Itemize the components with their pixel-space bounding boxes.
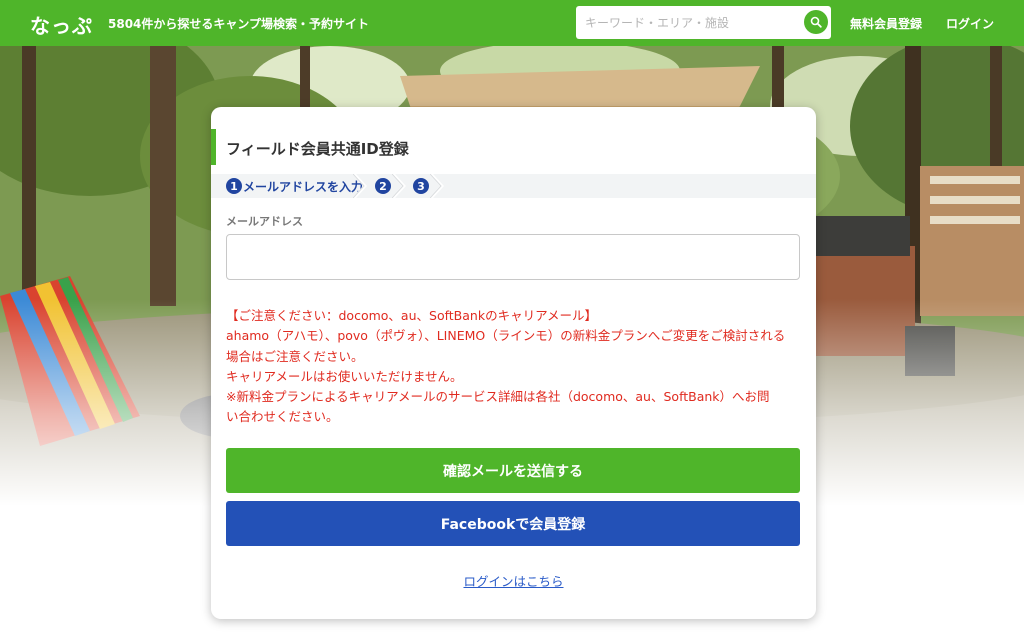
email-label: メールアドレス	[226, 215, 303, 228]
step-3-number: 3	[413, 178, 429, 194]
step-2: 2	[375, 177, 391, 195]
notice-line: ahamo（アハモ）、povo（ポヴォ）、LINEMO（ラインモ）の新料金プラン…	[226, 328, 786, 344]
step-2-number: 2	[375, 178, 391, 194]
chevron-right-icon	[430, 174, 444, 198]
search-button[interactable]	[804, 10, 828, 34]
notice-line: 【ご注意ください：docomo、au、SoftBankのキャリアメール】	[226, 308, 597, 323]
page-title: フィールド会員共通ID登録	[226, 140, 409, 158]
step-1-number: 1	[226, 178, 242, 194]
facebook-signup-button[interactable]: Facebookで会員登録	[226, 501, 800, 546]
notice-line: 場合はご注意ください。	[226, 348, 364, 364]
search-input[interactable]	[576, 6, 796, 39]
notice-line: ※新料金プランによるキャリアメールのサービス詳細は各社（docomo、au、So…	[226, 389, 770, 405]
title-accent-bar	[211, 129, 216, 165]
notice-line: キャリアメールはお使いいただけません。	[226, 368, 463, 384]
header-login-link[interactable]: ログイン	[946, 15, 994, 32]
site-header: なっぷ 5804件から探せるキャンプ場検索・予約サイト 無料会員登録 ログイン	[0, 0, 1024, 46]
search-box	[576, 6, 831, 39]
chevron-right-icon	[392, 174, 406, 198]
signup-link[interactable]: 無料会員登録	[850, 15, 922, 32]
site-tagline: 5804件から探せるキャンプ場検索・予約サイト	[108, 17, 370, 31]
step-indicator: 1 メールアドレスを入力 2 3	[211, 174, 816, 198]
registration-card: フィールド会員共通ID登録 1 メールアドレスを入力 2 3 メールアドレス 【…	[211, 107, 816, 619]
carrier-mail-notice: 【ご注意ください：docomo、au、SoftBankのキャリアメール】 aha…	[226, 306, 800, 428]
login-link[interactable]: ログインはこちら	[211, 571, 816, 590]
notice-line: い合わせください。	[226, 409, 339, 425]
step-1: 1 メールアドレスを入力	[226, 177, 363, 195]
step-1-label: メールアドレスを入力	[243, 179, 364, 194]
send-confirmation-button[interactable]: 確認メールを送信する	[226, 448, 800, 493]
search-icon	[810, 16, 822, 28]
step-3: 3	[413, 177, 429, 195]
email-field[interactable]	[226, 234, 800, 280]
chevron-right-icon	[353, 174, 367, 198]
site-logo[interactable]: なっぷ	[30, 10, 93, 39]
